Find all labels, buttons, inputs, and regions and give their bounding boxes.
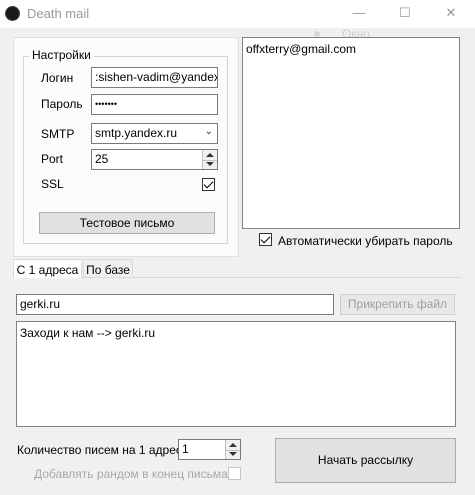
spin-down-icon[interactable]: [229, 452, 237, 456]
ssl-checkbox[interactable]: [202, 178, 215, 191]
email-count-stepper[interactable]: 1: [178, 439, 241, 460]
settings-group-title: Настройки: [29, 48, 94, 62]
tab-single-address[interactable]: С 1 адреса: [13, 259, 82, 278]
auto-remove-password-label[interactable]: Автоматически убирать пароль: [278, 234, 453, 248]
spin-up-icon[interactable]: [229, 443, 237, 447]
port-value: 25: [95, 152, 109, 166]
login-input[interactable]: :sishen-vadim@yandex.ru: [91, 67, 218, 88]
random-suffix-checkbox[interactable]: [228, 467, 241, 480]
start-mailing-button[interactable]: Начать рассылку: [275, 438, 456, 483]
count-spin-buttons[interactable]: [225, 440, 240, 459]
email-count-label: Количество писем на 1 адрес: [17, 443, 182, 457]
list-item[interactable]: offxterry@gmail.com: [246, 42, 456, 56]
smtp-label: SMTP: [41, 127, 75, 141]
attach-file-button[interactable]: Прикрепить файл: [340, 294, 455, 315]
message-body-textarea[interactable]: Заходи к нам --> gerki.ru: [16, 321, 456, 427]
window-title: Death mail: [27, 6, 90, 21]
maximize-button[interactable]: ☐: [382, 0, 428, 28]
auto-remove-password-checkbox[interactable]: [259, 233, 272, 246]
spin-down-icon[interactable]: [206, 162, 214, 166]
login-label: Логин: [41, 71, 74, 85]
close-button[interactable]: ✕: [428, 0, 474, 28]
app-icon: [5, 6, 20, 21]
tab-database[interactable]: По базе: [83, 259, 133, 277]
minimize-button[interactable]: —: [336, 0, 382, 28]
password-input[interactable]: •••••••: [91, 94, 218, 115]
random-suffix-label: Добавлять рандом в конец письма: [34, 467, 228, 481]
spin-up-icon[interactable]: [206, 153, 214, 157]
test-email-button[interactable]: Тестовое письмо: [39, 212, 215, 234]
smtp-select-value: smtp.yandex.ru: [95, 126, 178, 140]
password-label: Пароль: [41, 97, 83, 111]
ssl-label: SSL: [41, 177, 64, 191]
port-spin-buttons[interactable]: [202, 150, 217, 169]
port-stepper[interactable]: 25: [91, 149, 218, 170]
smtp-select[interactable]: smtp.yandex.ru ⌄: [91, 123, 218, 144]
chevron-down-icon[interactable]: ⌄: [205, 126, 213, 137]
recipient-input[interactable]: gerki.ru: [16, 294, 334, 315]
accounts-list[interactable]: offxterry@gmail.com: [242, 37, 460, 229]
email-count-value: 1: [182, 442, 189, 456]
port-label: Port: [41, 152, 64, 166]
